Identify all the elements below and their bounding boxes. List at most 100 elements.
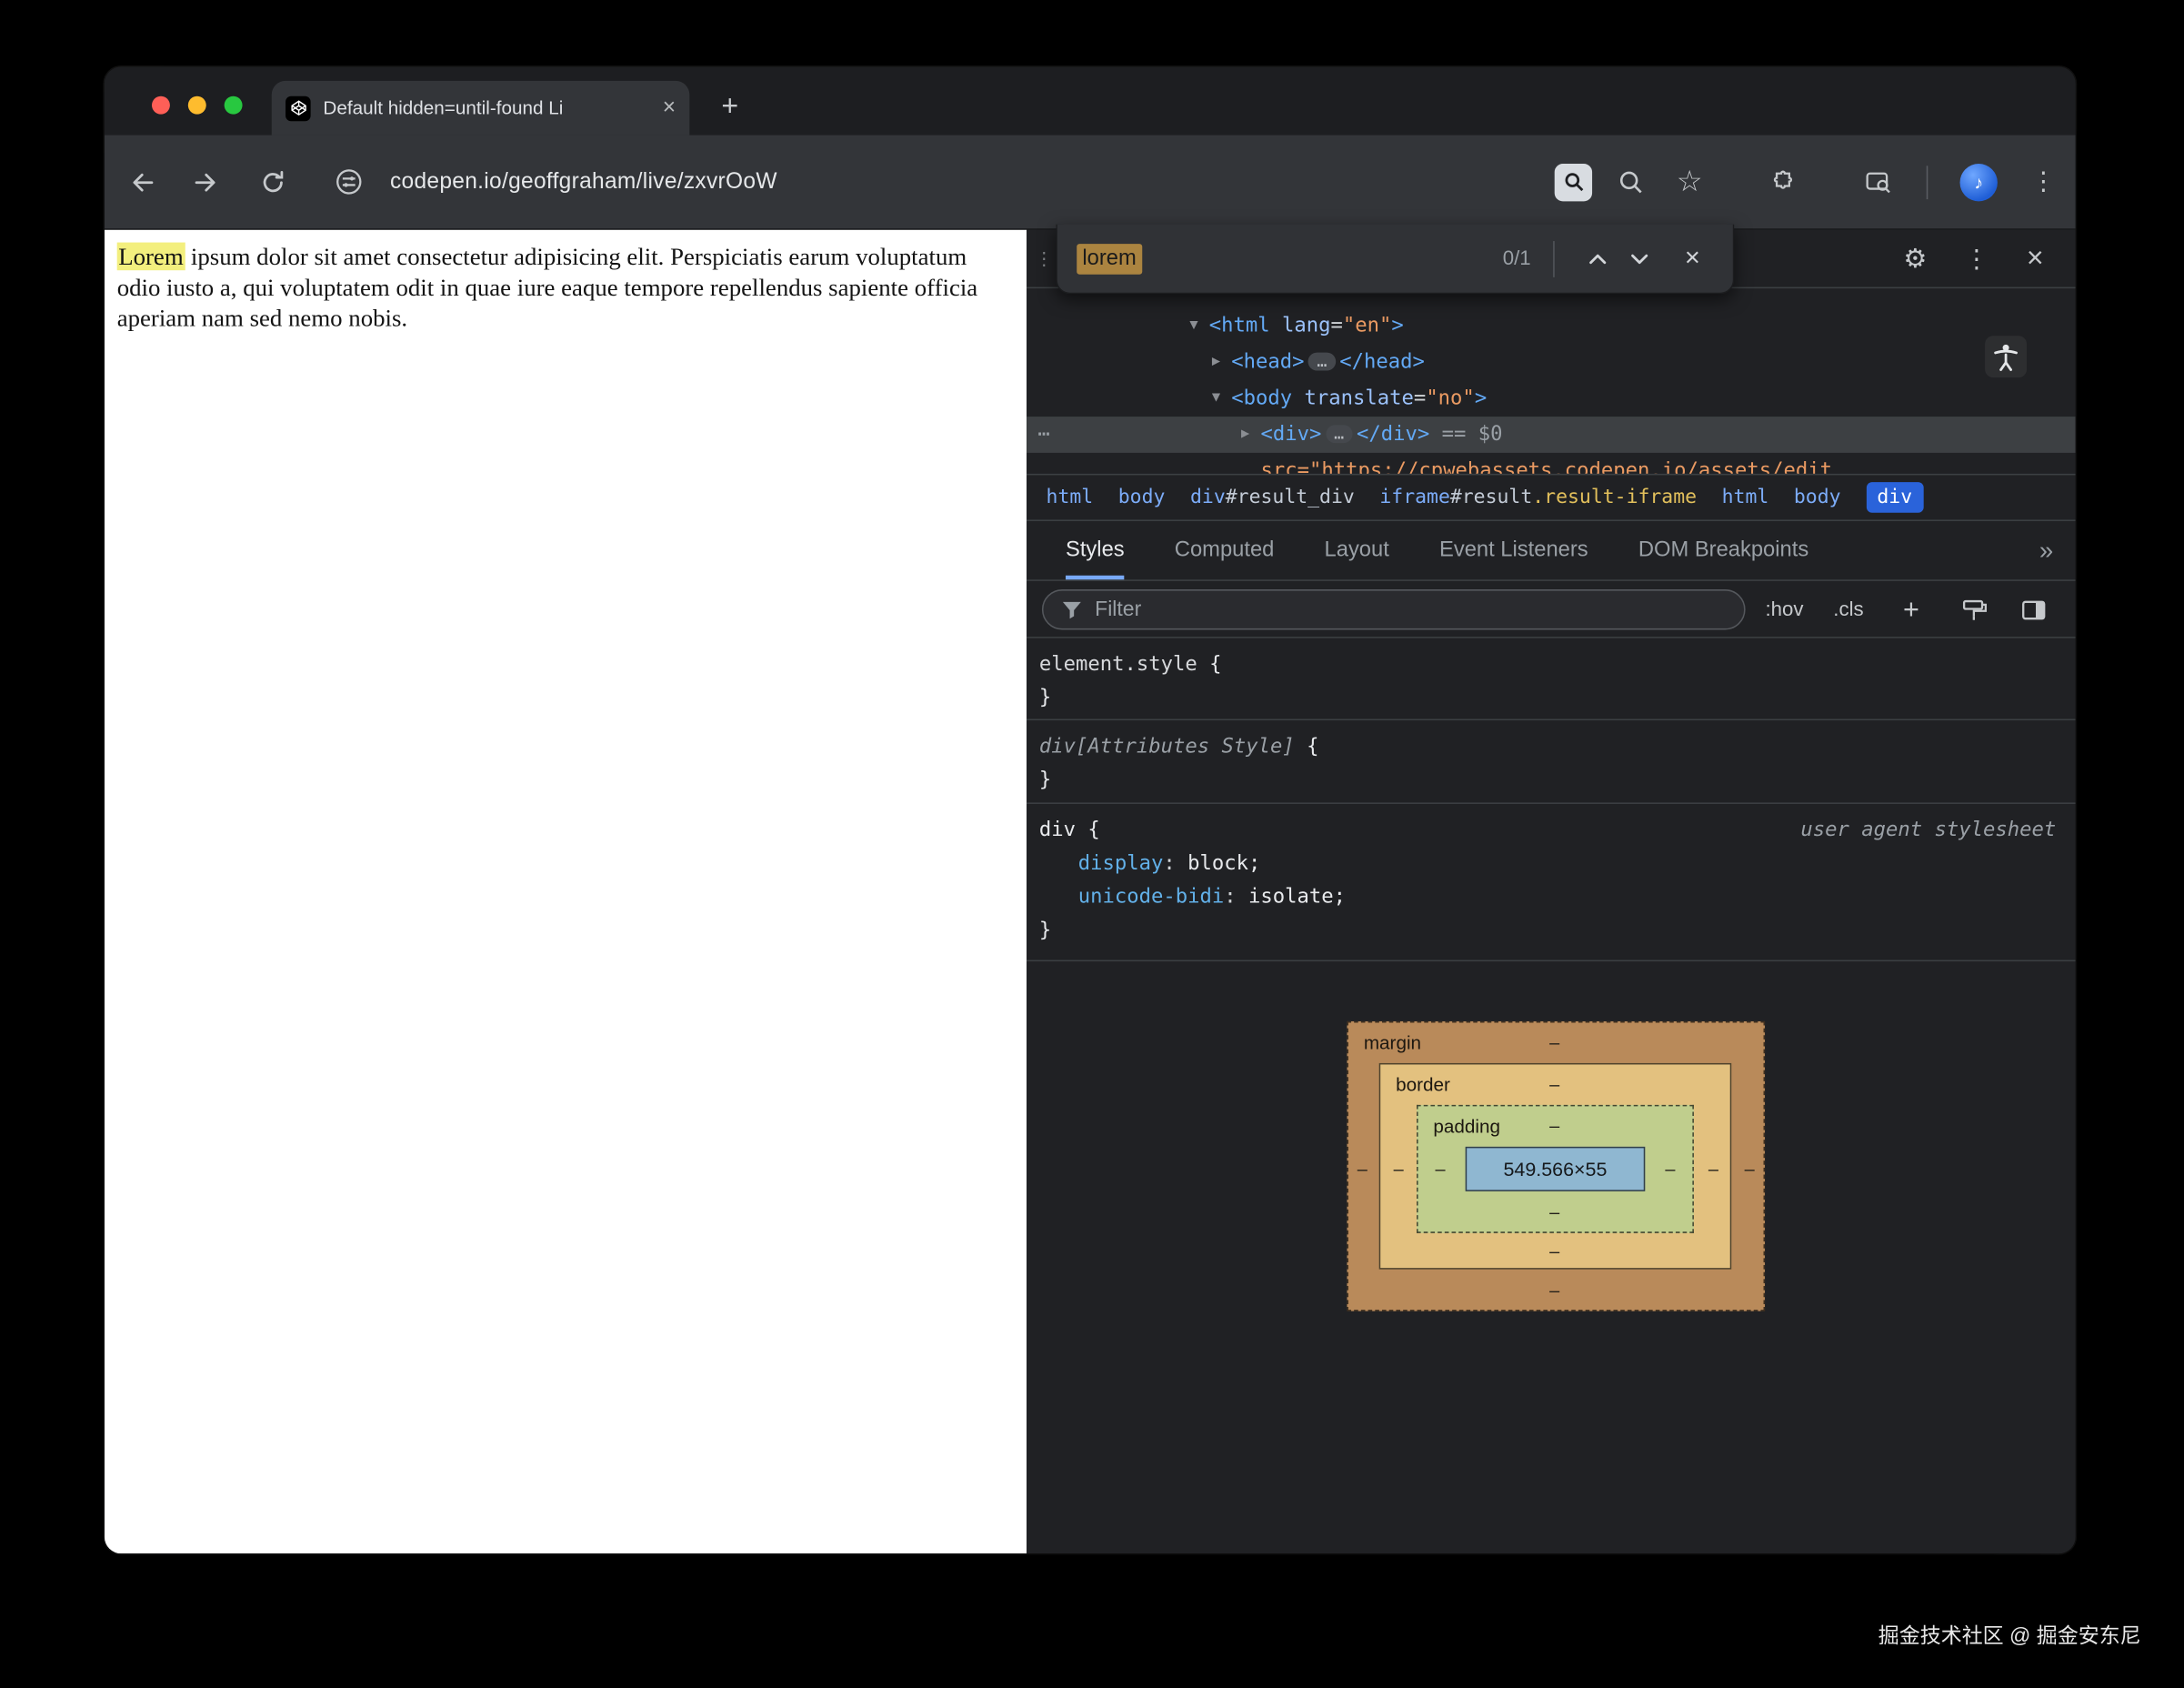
watermark-text: 掘金技术社区 @ 掘金安东尼 [1878, 1621, 2141, 1650]
find-highlight: Lorem [117, 243, 185, 271]
padding-left-value[interactable]: – [1436, 1159, 1446, 1180]
tree-row-div-selected[interactable]: ⋯ ▶ <div>…</div> == $0 [1027, 417, 2076, 453]
inline-expand-icon[interactable]: … [1308, 353, 1335, 371]
devtools-panel: ⋮⋮ ⚙ ⋮ × lorem 0/1 × [1027, 230, 2076, 1553]
toolbar-separator [1927, 166, 1929, 199]
paragraph-text: ipsum dolor sit amet consectetur adipisi… [117, 243, 978, 331]
breadcrumb-body-inner[interactable]: body [1794, 487, 1841, 509]
browser-toolbar: codepen.io/geoffgraham/live/zxvrOoW ☆ [105, 136, 2076, 230]
margin-left-value[interactable]: – [1357, 1159, 1368, 1180]
style-filter-input[interactable]: Filter [1042, 589, 1746, 629]
tree-row-head[interactable]: ▶ <head>…</head> [1027, 344, 2076, 380]
window-content: Lorem ipsum dolor sit amet consectetur a… [105, 230, 2076, 1553]
tab-layout[interactable]: Layout [1325, 521, 1389, 579]
padding-right-value[interactable]: – [1665, 1159, 1675, 1180]
content-dimensions: 549.566×55 [1504, 1158, 1608, 1181]
row-overflow-dots-icon: ⋯ [1037, 417, 1049, 453]
breadcrumb-result-iframe[interactable]: iframe#result.result-iframe [1379, 487, 1697, 509]
border-right-value[interactable]: – [1708, 1159, 1718, 1180]
style-rule-user-agent[interactable]: user agent stylesheet div { display: blo… [1027, 804, 2076, 961]
find-bar-divider [1553, 240, 1555, 276]
find-in-page-icon[interactable] [1555, 163, 1592, 200]
desktop: Default hidden=until-found Li × + [0, 0, 2184, 1688]
profile-avatar[interactable]: ♪ [1960, 163, 1998, 200]
find-previous-chevron-icon[interactable] [1577, 237, 1618, 279]
style-rule-attributes[interactable]: div[Attributes Style] { } [1027, 720, 2076, 804]
search-icon[interactable] [1613, 164, 1649, 200]
browser-menu-kebab-icon[interactable]: ⋮ [2026, 164, 2062, 200]
margin-right-value[interactable]: – [1745, 1159, 1755, 1180]
inline-expand-icon[interactable]: … [1326, 425, 1352, 443]
margin-top-value[interactable]: – [1549, 1031, 1559, 1052]
tree-row-body[interactable]: ▼ <body translate="no"> [1027, 380, 2076, 417]
toggle-classes-button[interactable]: .cls [1829, 591, 1868, 630]
border-left-value[interactable]: – [1394, 1159, 1404, 1180]
box-model-diagram: margin border padding 549.566×55 – – – [1347, 1021, 1765, 1311]
filter-funnel-icon [1061, 600, 1082, 619]
traffic-light-close[interactable] [152, 96, 170, 115]
stylesheet-origin: user agent stylesheet [1800, 814, 2056, 848]
side-search-icon[interactable] [1859, 164, 1896, 200]
expand-arrow-icon[interactable]: ▼ [1189, 308, 1197, 345]
find-match-count: 0/1 [1503, 247, 1531, 270]
traffic-light-zoom[interactable] [225, 96, 243, 115]
margin-bottom-value[interactable]: – [1549, 1280, 1559, 1301]
padding-top-value[interactable]: – [1549, 1115, 1559, 1136]
breadcrumb-body[interactable]: body [1118, 487, 1166, 509]
breadcrumb: html body div#result_div iframe#result.r… [1027, 474, 2076, 521]
elements-tree: ▼ <html lang="en"> ▶ <head>…</head> ▼ <b… [1027, 288, 2076, 474]
sidebar-panel-icon[interactable] [2014, 591, 2053, 630]
padding-bottom-value[interactable]: – [1549, 1201, 1559, 1222]
more-tabs-chevron-icon[interactable]: » [2039, 521, 2053, 579]
tab-computed[interactable]: Computed [1175, 521, 1275, 579]
styles-toolbar: Filter :hov .cls + [1027, 581, 2076, 638]
collapse-arrow-icon[interactable]: ▶ [1241, 417, 1249, 453]
border-bottom-value[interactable]: – [1549, 1241, 1559, 1261]
browser-window: Default hidden=until-found Li × + [105, 67, 2076, 1554]
new-style-rule-plus-icon[interactable]: + [1891, 591, 1930, 630]
devtools-close-icon[interactable]: × [2017, 241, 2053, 277]
rendering-brush-icon[interactable] [1954, 591, 1993, 630]
find-close-icon[interactable]: × [1671, 237, 1713, 279]
address-bar-url[interactable]: codepen.io/geoffgraham/live/zxvrOoW [390, 169, 777, 195]
breadcrumb-result-div[interactable]: div#result_div [1190, 487, 1355, 509]
tab-styles[interactable]: Styles [1066, 521, 1125, 579]
collapse-arrow-icon[interactable]: ▶ [1212, 344, 1220, 380]
devtools-tabs: Styles Computed Layout Event Listeners D… [1027, 521, 2076, 581]
tab-dom-breakpoints[interactable]: DOM Breakpoints [1638, 521, 1808, 579]
tab-strip: Default hidden=until-found Li × + [105, 67, 2076, 136]
forward-icon[interactable] [188, 164, 225, 200]
find-next-chevron-icon[interactable] [1618, 237, 1660, 279]
web-page: Lorem ipsum dolor sit amet consectetur a… [105, 230, 1027, 1553]
tab-title: Default hidden=until-found Li [323, 97, 654, 118]
browser-tab[interactable]: Default hidden=until-found Li × [272, 81, 690, 136]
find-query-input[interactable]: lorem [1077, 243, 1142, 274]
codepen-favicon-icon [286, 95, 311, 121]
devtools-menu-kebab-icon[interactable]: ⋮ [1959, 241, 1995, 277]
page-paragraph: Lorem ipsum dolor sit amet consectetur a… [105, 230, 1007, 334]
reload-icon[interactable] [255, 164, 291, 200]
box-model-content[interactable]: 549.566×55 [1466, 1147, 1646, 1191]
traffic-light-minimize[interactable] [188, 96, 206, 115]
bookmark-star-icon[interactable]: ☆ [1671, 164, 1708, 200]
extensions-puzzle-icon[interactable] [1764, 164, 1800, 200]
tab-event-listeners[interactable]: Event Listeners [1439, 521, 1588, 579]
devtools-find-bar: lorem 0/1 × [1056, 225, 1734, 295]
devtools-settings-gear-icon[interactable]: ⚙ [1898, 241, 1934, 277]
tree-row-html[interactable]: ▼ <html lang="en"> [1027, 308, 2076, 345]
tree-row-clipped[interactable]: src="https://cpwebassets.codepen.io/asse… [1027, 453, 2076, 474]
breadcrumb-div-selected[interactable]: div [1866, 482, 1923, 513]
toggle-hover-state-button[interactable]: :hov [1765, 591, 1804, 630]
avatar-note-icon: ♪ [1974, 171, 1983, 192]
accessibility-person-icon[interactable] [1985, 336, 2027, 377]
tab-close-icon[interactable]: × [663, 95, 676, 121]
expand-arrow-icon[interactable]: ▼ [1212, 380, 1220, 417]
new-tab-button[interactable]: + [709, 86, 751, 128]
back-icon[interactable] [124, 164, 160, 200]
site-info-icon[interactable] [330, 164, 366, 200]
filter-placeholder: Filter [1095, 598, 1141, 621]
border-top-value[interactable]: – [1549, 1073, 1559, 1094]
breadcrumb-html-inner[interactable]: html [1722, 487, 1769, 509]
breadcrumb-html[interactable]: html [1047, 487, 1094, 509]
style-rule-element[interactable]: element.style { } [1027, 638, 2076, 720]
